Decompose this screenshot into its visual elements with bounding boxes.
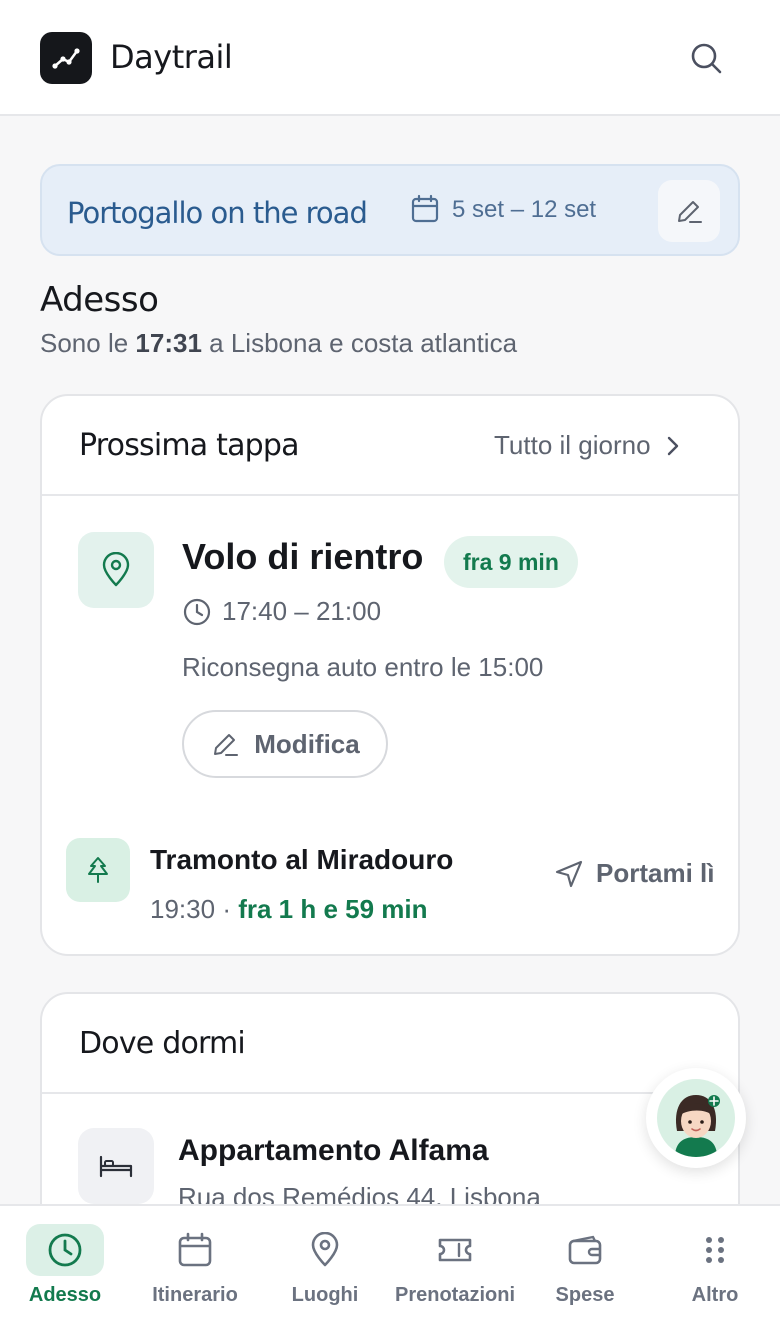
countdown-badge: fra 9 min (444, 536, 578, 588)
trip-name: Portogallo on the road (67, 196, 368, 230)
edit-trip-button[interactable] (658, 180, 720, 242)
next-stop-header: Prossima tappa Tutto il giorno (42, 396, 738, 496)
tab-label: Prenotazioni (394, 1284, 515, 1306)
all-day-label: Tutto il giorno (494, 430, 651, 460)
next-stop-card: Prossima tappa Tutto il giorno Volo di r… (40, 394, 740, 956)
edit-event-label: Modifica (254, 728, 360, 759)
trip-dates: 5 set – 12 set (452, 196, 597, 223)
navigate-label: Portami lì (596, 858, 715, 888)
map-pin-icon (311, 1232, 339, 1267)
lodging-title: Dove dormi (79, 1026, 246, 1061)
tab-icon-wrap (676, 1224, 754, 1276)
tab-label: Spese (555, 1284, 615, 1306)
assistant-avatar-icon (675, 1095, 720, 1157)
current-time: 17:31 (135, 328, 202, 358)
following-countdown: fra 1 h e 59 min (238, 894, 428, 924)
section-title-now: Adesso (40, 280, 159, 320)
event-icon-tile (78, 532, 154, 608)
tab-label: Altro (691, 1284, 739, 1306)
pencil-icon (214, 734, 239, 756)
assistant-avatar-button[interactable] (646, 1068, 746, 1168)
now-prefix: Sono le (40, 328, 129, 358)
trip-banner[interactable]: Portogallo on the road 5 set – 12 set (40, 164, 740, 256)
pencil-icon (678, 201, 702, 223)
tab-icon-wrap (416, 1224, 494, 1276)
meta-separator: · (222, 894, 231, 924)
map-pin-icon (102, 552, 130, 587)
event-time-row: 17:40 – 21:00 (182, 596, 381, 627)
next-stop-title: Prossima tappa (79, 428, 300, 463)
lodging-name: Appartamento Alfama (178, 1134, 489, 1167)
trail-logo-icon (52, 48, 80, 69)
app-title: Daytrail (110, 38, 233, 76)
top-app-bar: Daytrail (0, 0, 780, 116)
current-time-line: Sono le 17:31 a Lisbona e costa atlantic… (40, 328, 517, 359)
ticket-icon (438, 1238, 472, 1262)
tab-adesso[interactable]: Adesso (0, 1206, 130, 1328)
navigate-button[interactable]: Portami lì (554, 858, 714, 889)
search-icon (691, 43, 722, 74)
tab-icon-wrap (156, 1224, 234, 1276)
bed-icon (99, 1155, 133, 1178)
lodging-header: Dove dormi (42, 994, 738, 1094)
following-meta: 19:30 · fra 1 h e 59 min (150, 894, 428, 925)
following-time: 19:30 (150, 894, 216, 924)
calendar-icon (411, 194, 439, 223)
search-button[interactable] (684, 36, 728, 80)
tab-label: Itinerario (152, 1284, 238, 1306)
tab-prenotazioni[interactable]: Prenotazioni (390, 1206, 520, 1328)
tab-icon-wrap (26, 1224, 104, 1276)
tab-label: Adesso (28, 1284, 102, 1306)
navigation-arrow-icon (555, 860, 583, 887)
bottom-tab-bar: Adesso Itinerario Luoghi Prenotazioni Sp… (0, 1204, 780, 1328)
lodging-icon-tile (78, 1128, 154, 1204)
following-icon-tile (66, 838, 130, 902)
calendar-icon (178, 1232, 212, 1267)
following-title: Tramonto al Miradouro (150, 844, 454, 875)
wallet-icon (568, 1235, 602, 1265)
tree-icon (88, 857, 108, 883)
chevron-right-icon (667, 436, 678, 455)
clock-icon (183, 598, 211, 625)
all-day-link[interactable]: Tutto il giorno (494, 430, 681, 461)
tab-luoghi[interactable]: Luoghi (260, 1206, 390, 1328)
tab-itinerario[interactable]: Itinerario (130, 1206, 260, 1328)
event-note: Riconsegna auto entro le 15:00 (182, 652, 544, 682)
now-location: a Lisbona e costa atlantica (209, 328, 518, 358)
event-time: 17:40 – 21:00 (222, 596, 382, 626)
tab-spese[interactable]: Spese (520, 1206, 650, 1328)
tab-icon-wrap (286, 1224, 364, 1276)
app-logo (40, 32, 92, 84)
tab-altro[interactable]: Altro (650, 1206, 780, 1328)
edit-event-button[interactable]: Modifica (182, 710, 388, 778)
grid-dots-icon (706, 1237, 724, 1263)
tab-icon-wrap (546, 1224, 624, 1276)
tab-label: Luoghi (291, 1284, 359, 1306)
clock-icon (48, 1233, 82, 1267)
avatar (657, 1079, 735, 1157)
event-title: Volo di rientro (182, 536, 424, 577)
